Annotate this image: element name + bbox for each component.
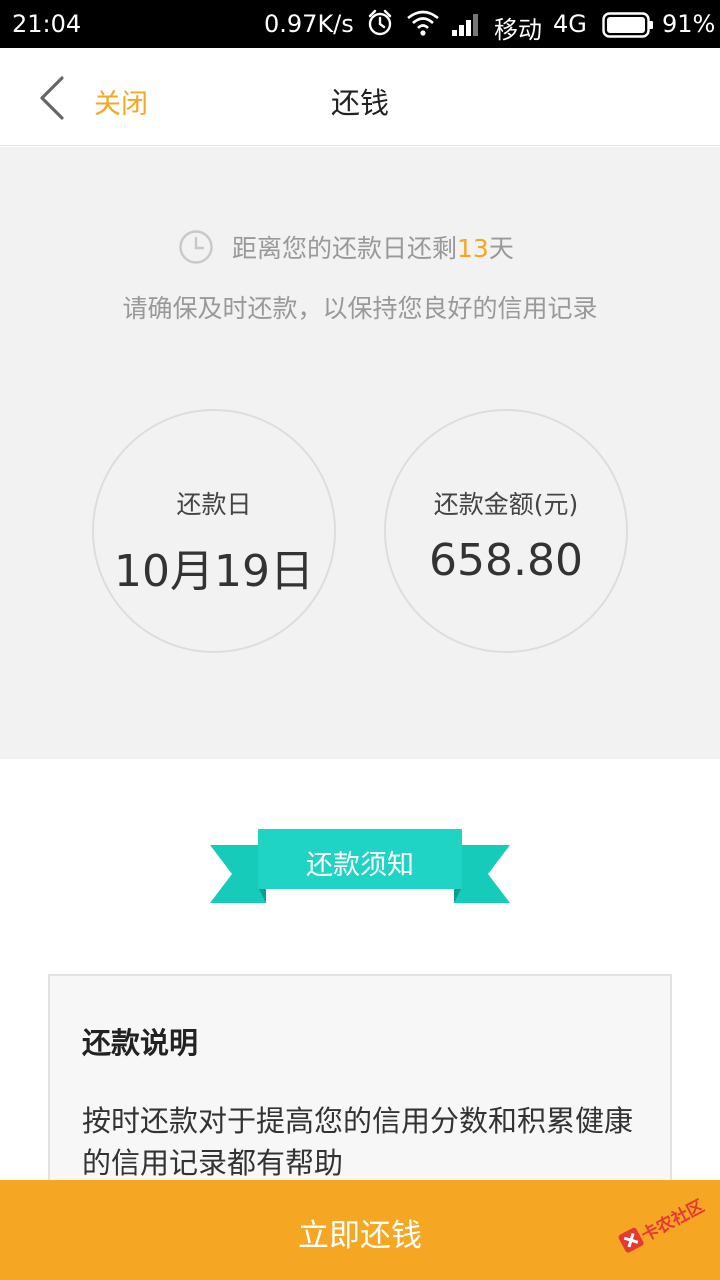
alarm-icon — [368, 9, 392, 36]
status-carrier: 移动 — [494, 16, 542, 44]
battery-icon — [602, 12, 653, 38]
status-network: 4G — [553, 10, 587, 38]
page-title: 还钱 — [330, 86, 389, 120]
amount-value: 658.80 — [429, 535, 583, 586]
pay-now-button[interactable]: 立即还钱 — [0, 1180, 720, 1280]
amount-circle: 还款金额(元) 658.80 — [384, 409, 628, 653]
pay-now-label: 立即还钱 — [298, 1218, 422, 1254]
days-remaining-prefix: 距离您的还款日还剩 — [232, 234, 458, 263]
due-date-circle: 还款日 10月19日 — [92, 409, 336, 653]
watermark-logo: 卡农社区 — [618, 1196, 708, 1253]
status-speed: 0.97K/s — [264, 10, 354, 38]
svg-text:卡农社区: 卡农社区 — [638, 1196, 708, 1246]
repayment-summary: 距离您的还款日还剩13天 请确保及时还款，以保持您良好的信用记录 还款日 10月… — [0, 147, 720, 759]
notice-title: 还款说明 — [82, 1026, 199, 1060]
days-remaining-text: 距离您的还款日还剩13天 — [232, 229, 514, 265]
credit-tip: 请确保及时还款，以保持您良好的信用记录 — [122, 294, 598, 323]
status-battery-percent: 91% — [662, 10, 716, 38]
days-remaining-row: 距离您的还款日还剩13天 — [0, 227, 720, 267]
due-date-label: 还款日 — [176, 490, 252, 519]
days-remaining-count: 13 — [457, 234, 489, 263]
wifi-icon — [407, 10, 439, 36]
notice-body: 按时还款对于提高您的信用分数和积累健康的信用记录都有帮助 — [82, 1104, 634, 1180]
ribbon-label: 还款须知 — [306, 850, 414, 881]
due-date-value: 10月19日 — [114, 546, 314, 597]
notice-card: 还款说明 按时还款对于提高您的信用分数和积累健康的信用记录都有帮助 — [48, 974, 672, 1204]
status-bar: 21:04 0.97K/s 移动 4G 91% — [0, 0, 720, 48]
clock-icon — [179, 230, 213, 264]
app-header: 关闭 还钱 — [0, 48, 720, 146]
signal-icon — [452, 14, 478, 36]
status-time: 21:04 — [12, 10, 82, 38]
amount-label: 还款金额(元) — [433, 490, 579, 519]
days-remaining-suffix: 天 — [488, 234, 514, 263]
notice-ribbon: 还款须知 — [208, 829, 512, 905]
